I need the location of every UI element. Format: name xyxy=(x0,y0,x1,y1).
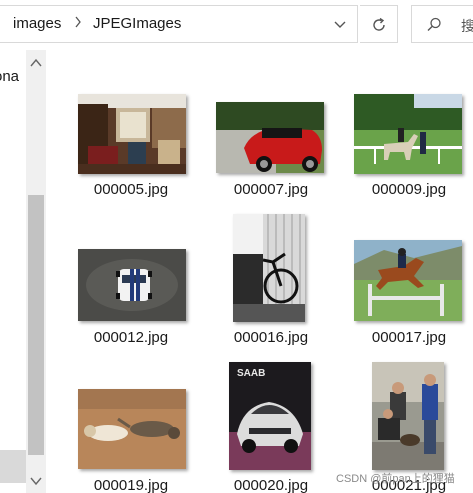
image-thumbnail[interactable] xyxy=(354,94,462,174)
file-item[interactable]: SAAB 000020.jpg xyxy=(206,346,336,493)
address-toolbar: images JPEGImages 搜 xyxy=(0,0,473,50)
image-thumbnail[interactable] xyxy=(233,214,305,322)
file-name[interactable]: 000016.jpg xyxy=(206,329,336,346)
file-name[interactable]: 000012.jpg xyxy=(66,329,196,346)
image-thumbnail[interactable] xyxy=(78,389,186,469)
scroll-down-icon[interactable] xyxy=(30,473,42,491)
scroll-up-icon[interactable] xyxy=(30,55,42,73)
image-thumbnail[interactable] xyxy=(78,249,186,321)
svg-text:SAAB: SAAB xyxy=(237,368,265,379)
scrollbar-thumb[interactable] xyxy=(28,195,44,455)
search-box[interactable]: 搜 xyxy=(411,5,473,43)
address-bar[interactable]: images JPEGImages xyxy=(0,5,358,43)
file-grid: 000005.jpg 000007.jpg 000009.jpg 000012.… xyxy=(46,50,473,493)
search-icon xyxy=(425,16,443,39)
nav-item-label[interactable]: ona xyxy=(0,68,19,85)
search-placeholder: 搜 xyxy=(461,18,473,34)
image-thumbnail[interactable] xyxy=(354,240,462,321)
nav-selected-item[interactable] xyxy=(0,450,26,483)
file-name[interactable]: 000007.jpg xyxy=(206,181,336,198)
chevron-right-icon[interactable] xyxy=(74,16,82,31)
watermark-text: CSDN @前pan上的狸猫 xyxy=(336,473,455,485)
file-name[interactable]: 000020.jpg xyxy=(206,477,336,493)
file-item[interactable]: 000021.jpg xyxy=(344,346,473,493)
image-thumbnail[interactable] xyxy=(216,102,324,173)
file-name[interactable]: 000005.jpg xyxy=(66,181,196,198)
image-thumbnail[interactable]: SAAB xyxy=(229,362,311,470)
file-item[interactable]: 000012.jpg xyxy=(66,198,196,346)
image-thumbnail[interactable] xyxy=(372,362,444,470)
breadcrumb-item-images[interactable]: images xyxy=(13,15,61,32)
image-thumbnail[interactable] xyxy=(78,94,186,174)
refresh-icon xyxy=(373,17,385,31)
file-name[interactable]: 000019.jpg xyxy=(66,477,196,493)
file-item[interactable]: 000009.jpg xyxy=(344,50,473,198)
refresh-button[interactable] xyxy=(360,5,398,43)
file-item[interactable]: 000007.jpg xyxy=(206,50,336,198)
file-name[interactable]: 000009.jpg xyxy=(344,181,473,198)
chevron-down-icon[interactable] xyxy=(332,16,348,32)
breadcrumb-item-jpegimages[interactable]: JPEGImages xyxy=(93,15,181,32)
file-name[interactable]: 000017.jpg xyxy=(344,329,473,346)
file-item[interactable]: 000019.jpg xyxy=(66,346,196,493)
file-item[interactable]: 000016.jpg xyxy=(206,198,336,346)
file-item[interactable]: 000005.jpg xyxy=(66,50,196,198)
navigation-scrollbar[interactable] xyxy=(26,50,46,493)
file-item[interactable]: 000017.jpg xyxy=(344,198,473,346)
